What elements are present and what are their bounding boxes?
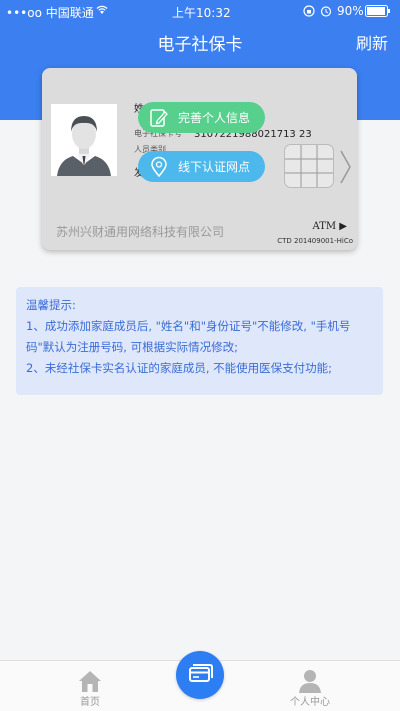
tab-profile[interactable]: 个人中心 bbox=[280, 669, 340, 708]
battery-percent: 90% bbox=[337, 4, 364, 18]
notice-title: 温馨提示: bbox=[26, 298, 76, 312]
home-icon bbox=[79, 671, 101, 692]
tab-home[interactable]: 首页 bbox=[60, 669, 120, 708]
offline-points-button[interactable]: 线下认证网点 bbox=[138, 151, 265, 182]
status-time: 上午10:32 bbox=[172, 6, 231, 20]
card-icon bbox=[189, 664, 213, 682]
card-issuer-company: 苏州兴财通用网络科技有限公司 bbox=[56, 225, 225, 239]
wifi-icon bbox=[96, 5, 108, 14]
notice-line-2: 2、未经社保卡实名认证的家庭成员, 不能使用医保支付功能; bbox=[26, 361, 332, 375]
edit-icon bbox=[150, 108, 168, 127]
tab-home-label: 首页 bbox=[80, 697, 100, 708]
card-chip bbox=[284, 144, 334, 188]
avatar bbox=[51, 104, 117, 176]
notice-line-1: 1、成功添加家庭成员后, "姓名"和"身份证号"不能修改, "手机号码"默认为注… bbox=[26, 319, 351, 354]
ctd-code: CTD 201409001-HiCo bbox=[277, 237, 353, 245]
social-card-center-button[interactable] bbox=[176, 651, 224, 699]
status-bar: •••oo 中国联通 上午10:32 90% bbox=[0, 0, 400, 22]
notice-box: 温馨提示: 1、成功添加家庭成员后, "姓名"和"身份证号"不能修改, "手机号… bbox=[16, 287, 383, 395]
tab-profile-label: 个人中心 bbox=[290, 697, 330, 708]
page-title: 电子社保卡 bbox=[157, 35, 243, 55]
battery-icon bbox=[365, 5, 390, 17]
social-security-card: 姓 电子社保卡号 3107221988021713 23 人员类别 发 苏州兴财… bbox=[42, 68, 357, 250]
user-icon bbox=[299, 670, 321, 693]
chip-icon bbox=[285, 145, 333, 187]
alarm-icon bbox=[320, 6, 332, 17]
refresh-button[interactable]: 刷新 bbox=[356, 30, 388, 54]
atm-label: ATM ▶ bbox=[312, 221, 347, 232]
rotation-lock-icon bbox=[303, 5, 315, 17]
offline-points-label: 线下认证网点 bbox=[178, 160, 251, 174]
complete-info-button[interactable]: 完善个人信息 bbox=[138, 102, 265, 133]
location-pin-icon bbox=[151, 156, 167, 177]
chevron-right-icon bbox=[340, 150, 351, 184]
person-avatar-icon bbox=[51, 104, 117, 176]
complete-info-label: 完善个人信息 bbox=[178, 111, 251, 125]
carrier-label: •••oo 中国联通 bbox=[6, 6, 94, 20]
